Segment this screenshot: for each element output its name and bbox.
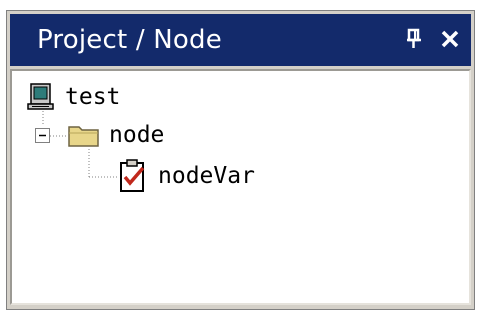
folder-icon <box>68 126 99 147</box>
computer-icon <box>27 83 54 110</box>
panel-title: Project / Node <box>37 25 222 55</box>
panel-titlebar[interactable]: Project / Node <box>10 14 471 66</box>
tree-item-label: nodeVar <box>158 163 255 189</box>
tree-view[interactable]: test node nodeVar <box>10 69 471 305</box>
close-icon <box>441 30 459 48</box>
tree-item-test[interactable]: test <box>27 82 120 112</box>
close-button[interactable] <box>438 25 462 53</box>
tree-item-nodevar[interactable]: nodeVar <box>118 158 255 194</box>
titlebar-buttons <box>402 25 462 53</box>
tree-item-label: node <box>109 122 165 148</box>
project-node-panel: Project / Node test node nodeVar <box>6 10 475 310</box>
folder-collapse-toggle[interactable] <box>35 128 50 143</box>
pin-icon <box>407 28 421 48</box>
minus-icon <box>39 134 46 137</box>
tree-item-node[interactable]: node <box>67 120 164 150</box>
pin-button[interactable] <box>402 25 426 53</box>
tree-item-label: test <box>65 84 121 110</box>
clipboard-check-icon <box>120 159 145 192</box>
